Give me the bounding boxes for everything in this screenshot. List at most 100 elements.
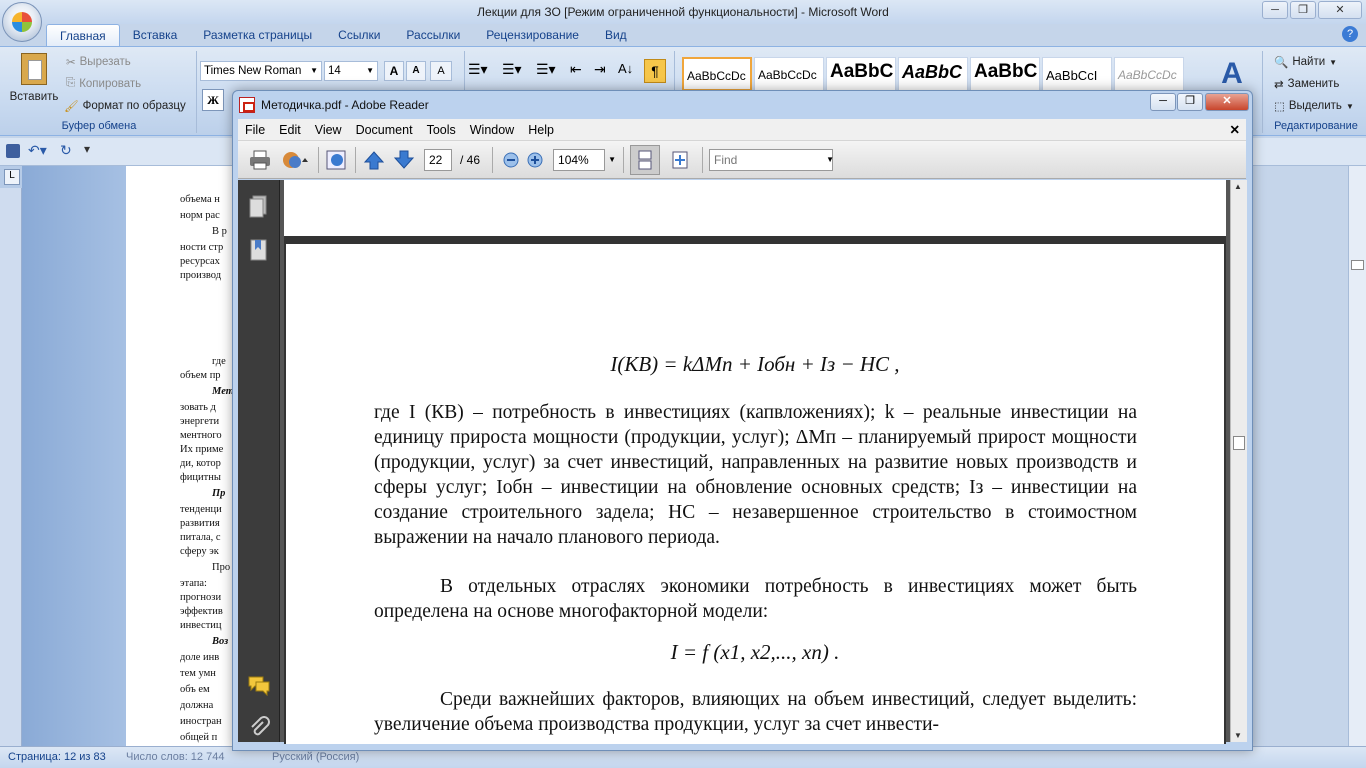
chevron-down-icon: ▼ (310, 66, 318, 75)
select-button[interactable]: ⬚ Выделить ▼ (1274, 99, 1354, 113)
create-pdf-icon[interactable] (325, 148, 349, 172)
page-number-input[interactable]: 22 (424, 148, 452, 171)
doc-line: Их приме (180, 444, 224, 455)
numbering-icon[interactable]: ☰▾ (502, 61, 534, 81)
chevron-down-icon: ▼ (366, 66, 374, 75)
scroll-up-icon[interactable]: ▲ (1234, 182, 1242, 191)
menu-help[interactable]: Help (521, 123, 561, 137)
style-no-spacing[interactable]: AaBbCcDc (754, 57, 824, 91)
clear-format-icon[interactable]: A (430, 61, 452, 81)
copy-button[interactable]: ⎘ Копировать (66, 77, 141, 90)
word-minimize-button[interactable]: ─ (1262, 1, 1288, 19)
zoom-out-icon[interactable] (499, 148, 523, 172)
find-input[interactable]: Find ▼ (709, 148, 834, 171)
reader-scroll-thumb[interactable] (1233, 436, 1245, 450)
reader-minimize-button[interactable]: ─ (1150, 93, 1176, 111)
multilevel-list-icon[interactable]: ☰▾ (536, 61, 568, 81)
comments-panel-icon[interactable] (247, 674, 271, 697)
scrolling-mode-icon[interactable] (630, 144, 661, 175)
navigation-pane (238, 180, 280, 742)
style-heading-1[interactable]: AaBbC (826, 57, 896, 91)
style-subtle-emphasis[interactable]: AaBbCcDc (1114, 57, 1184, 91)
format-painter-button[interactable]: 🖌 Формат по образцу (64, 99, 186, 113)
menu-view[interactable]: View (308, 123, 349, 137)
formula-multifactor: I = f (x1, x2,..., xn) . (670, 640, 840, 664)
increase-indent-icon[interactable]: ⇥ (594, 61, 616, 81)
doc-line: где (212, 356, 226, 367)
word-count[interactable]: Число слов: 12 744 (126, 747, 224, 767)
tab-page-layout[interactable]: Разметка страницы (190, 24, 325, 46)
undo-icon[interactable]: ↶▾ (28, 142, 47, 159)
document-text-area: объема н норм рас В р ности стр ресурсах… (126, 166, 236, 746)
paragraph-factors: Среди важнейших факторов, влияющих на об… (374, 689, 1137, 735)
tab-home[interactable]: Главная (46, 24, 120, 46)
doc-line: доле инв (180, 652, 220, 663)
menu-document[interactable]: Document (349, 123, 420, 137)
tab-insert[interactable]: Вставка (120, 24, 191, 46)
bold-button[interactable]: Ж (202, 89, 224, 111)
customize-qat-icon[interactable]: ▾ (84, 142, 90, 156)
print-icon[interactable] (248, 148, 272, 172)
tab-view[interactable]: Вид (592, 24, 640, 46)
select-label: Выделить (1288, 100, 1342, 112)
style-subtitle[interactable]: AaBbCcI (1042, 57, 1112, 91)
font-name-combo[interactable]: Times New Roman ▼ (200, 61, 322, 81)
doc-line: Воз (212, 636, 229, 647)
save-icon[interactable] (6, 144, 20, 158)
reader-maximize-button[interactable]: ❐ (1177, 93, 1203, 111)
find-button[interactable]: 🔍 Найти ▼ (1274, 55, 1337, 69)
menu-window[interactable]: Window (463, 123, 521, 137)
tab-selector-icon[interactable]: L (4, 169, 20, 185)
attachments-panel-icon[interactable] (248, 716, 270, 738)
decrease-indent-icon[interactable]: ⇤ (570, 61, 592, 81)
menu-tools[interactable]: Tools (420, 123, 463, 137)
redo-icon[interactable]: ↻ (60, 142, 72, 159)
grow-font-button[interactable]: A (384, 61, 404, 81)
font-size-value: 14 (328, 65, 341, 77)
tab-references[interactable]: Ссылки (325, 24, 393, 46)
font-size-combo[interactable]: 14 ▼ (324, 61, 378, 81)
reader-close-button[interactable]: ✕ (1205, 93, 1249, 111)
fit-page-icon[interactable] (668, 148, 692, 172)
word-window-title: Лекции для ЗО [Режим ограниченной функци… (477, 5, 889, 19)
next-page-icon[interactable] (392, 148, 416, 172)
word-scroll-thumb[interactable] (1351, 260, 1364, 270)
menu-file[interactable]: File (238, 123, 272, 137)
word-vertical-scrollbar[interactable] (1348, 166, 1366, 746)
tab-mailings[interactable]: Рассылки (393, 24, 473, 46)
document-view[interactable]: I(КВ) = kΔMп + Iобн + Iз − НС , где I (К… (280, 180, 1230, 744)
pages-panel-icon[interactable] (248, 194, 270, 218)
menu-edit[interactable]: Edit (272, 123, 308, 137)
page-total-label: / 46 (460, 152, 481, 167)
office-button[interactable] (2, 2, 42, 42)
word-maximize-button[interactable]: ❐ (1290, 1, 1316, 19)
toolbar-separator (623, 146, 625, 173)
doc-line: эффектив (180, 606, 223, 617)
replace-button[interactable]: ⇄ Заменить (1274, 77, 1339, 91)
style-normal[interactable]: AaBbCcDc (682, 57, 752, 91)
style-heading-2[interactable]: AaBbC (898, 57, 968, 91)
share-icon[interactable] (280, 148, 312, 172)
doc-line: этапа: (180, 578, 207, 589)
paste-button[interactable]: Вставить (8, 53, 60, 113)
doc-line: производ (180, 270, 222, 281)
close-document-icon[interactable]: ✕ (1223, 122, 1246, 137)
tab-review[interactable]: Рецензирование (473, 24, 592, 46)
scroll-down-icon[interactable]: ▼ (1234, 731, 1242, 740)
zoom-in-icon[interactable] (523, 148, 547, 172)
shrink-font-button[interactable]: A (406, 61, 426, 81)
help-icon[interactable]: ? (1342, 26, 1358, 42)
sort-icon[interactable]: A↓ (618, 61, 640, 81)
style-title[interactable]: AaBbC (970, 57, 1040, 91)
cut-button[interactable]: ✂ Вырезать (66, 55, 131, 69)
reader-vertical-scrollbar[interactable]: ▲ ▼ (1230, 180, 1247, 742)
reader-toolbar: 22 / 46 104% ▼ Find ▼ (238, 141, 1246, 179)
zoom-combo[interactable]: 104% ▼ (553, 148, 616, 171)
page-indicator[interactable]: Страница: 12 из 83 (8, 747, 106, 767)
show-formatting-icon[interactable]: ¶ (644, 59, 666, 83)
previous-page-icon[interactable] (362, 148, 386, 172)
doc-line: ментного (180, 430, 222, 441)
bookmarks-panel-icon[interactable] (248, 238, 270, 262)
word-close-button[interactable]: ✕ (1318, 1, 1362, 19)
bullets-icon[interactable]: ☰▾ (468, 61, 500, 81)
